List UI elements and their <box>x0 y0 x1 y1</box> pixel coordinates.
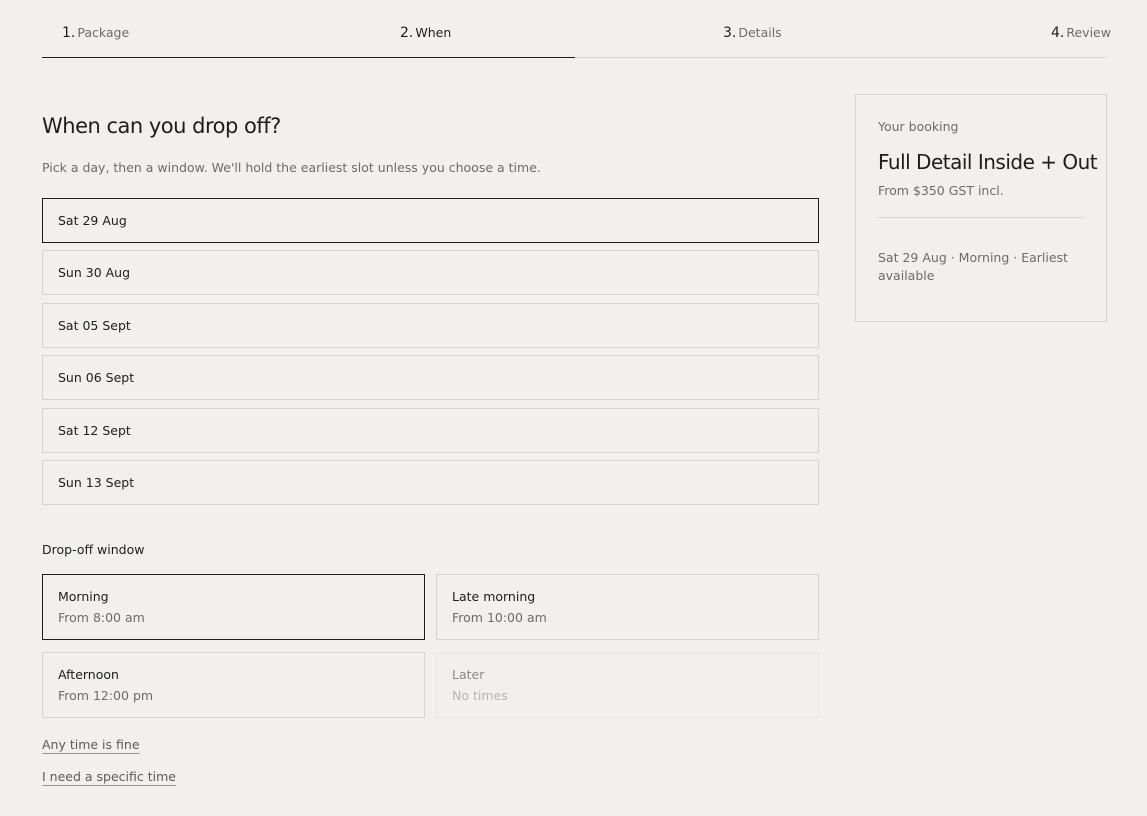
step-when[interactable]: 2. When <box>400 25 451 41</box>
date-option-sun-13-sept[interactable]: Sun 13 Sept <box>42 459 819 505</box>
step-number: 4. <box>1051 25 1065 41</box>
window-option-later: Later No times <box>436 652 819 718</box>
window-name: Later <box>452 667 485 682</box>
step-label: When <box>415 25 452 40</box>
window-time: From 12:00 pm <box>58 688 154 703</box>
summary-package-name: Full Detail Inside + Out <box>878 150 1098 174</box>
step-number: 2. <box>400 25 414 41</box>
date-label: Sat 12 Sept <box>58 422 131 438</box>
date-option-sun-30-aug[interactable]: Sun 30 Aug <box>42 250 819 296</box>
window-option-late-morning[interactable]: Late morning From 10:00 am <box>436 574 819 640</box>
date-label: Sat 29 Aug <box>58 213 127 228</box>
window-time: No times <box>452 688 508 703</box>
summary-divider <box>878 217 1084 218</box>
step-details[interactable]: 3. Details <box>723 25 782 41</box>
drop-off-window-label: Drop-off window <box>42 542 145 557</box>
step-number: 3. <box>723 25 737 41</box>
summary-price: From $350 GST incl. <box>878 183 1004 198</box>
window-option-afternoon[interactable]: Afternoon From 12:00 pm <box>42 652 425 718</box>
window-time: From 10:00 am <box>452 610 547 625</box>
any-time-link[interactable]: Any time is fine <box>42 737 140 752</box>
step-label: Details <box>738 25 782 40</box>
window-name: Afternoon <box>58 667 119 682</box>
page-title: When can you drop off? <box>42 114 281 138</box>
summary-slot: Sat 29 Aug · Morning · Earliest availabl… <box>878 250 1068 283</box>
page-subtitle: Pick a day, then a window. We'll hold th… <box>42 160 541 175</box>
date-label: Sun 30 Aug <box>58 265 131 281</box>
booking-stepper: 1. Package 2. When 3. Details 4. Review <box>42 0 1111 58</box>
step-review[interactable]: 4. Review <box>1051 25 1111 41</box>
date-option-sat-12-sept[interactable]: Sat 12 Sept <box>42 407 819 453</box>
summary-label: Your booking <box>878 119 959 134</box>
step-label: Review <box>1066 25 1111 40</box>
date-label: Sun 06 Sept <box>58 370 135 386</box>
window-option-morning[interactable]: Morning From 8:00 am <box>42 574 425 640</box>
date-option-sat-05-sept[interactable]: Sat 05 Sept <box>42 302 819 348</box>
step-progress-bar <box>42 57 575 58</box>
specific-time-link[interactable]: I need a specific time <box>42 769 176 784</box>
date-label: Sun 13 Sept <box>58 474 135 490</box>
date-option-sun-06-sept[interactable]: Sun 06 Sept <box>42 355 819 401</box>
date-option-sat-29-aug[interactable]: Sat 29 Aug <box>42 198 819 243</box>
window-name: Morning <box>58 589 109 604</box>
step-package[interactable]: 1. Package <box>62 25 129 41</box>
window-grid: Morning From 8:00 am Late morning From 1… <box>42 574 819 718</box>
date-label: Sat 05 Sept <box>58 317 131 333</box>
window-time: From 8:00 am <box>58 610 145 625</box>
booking-summary: Your booking Full Detail Inside + Out Fr… <box>855 94 1107 322</box>
window-name: Late morning <box>452 589 536 604</box>
step-label: Package <box>77 25 130 40</box>
date-list: Sat 29 Aug Sun 30 Aug Sat 05 Sept Sun 06… <box>42 198 819 512</box>
step-number: 1. <box>62 25 76 41</box>
